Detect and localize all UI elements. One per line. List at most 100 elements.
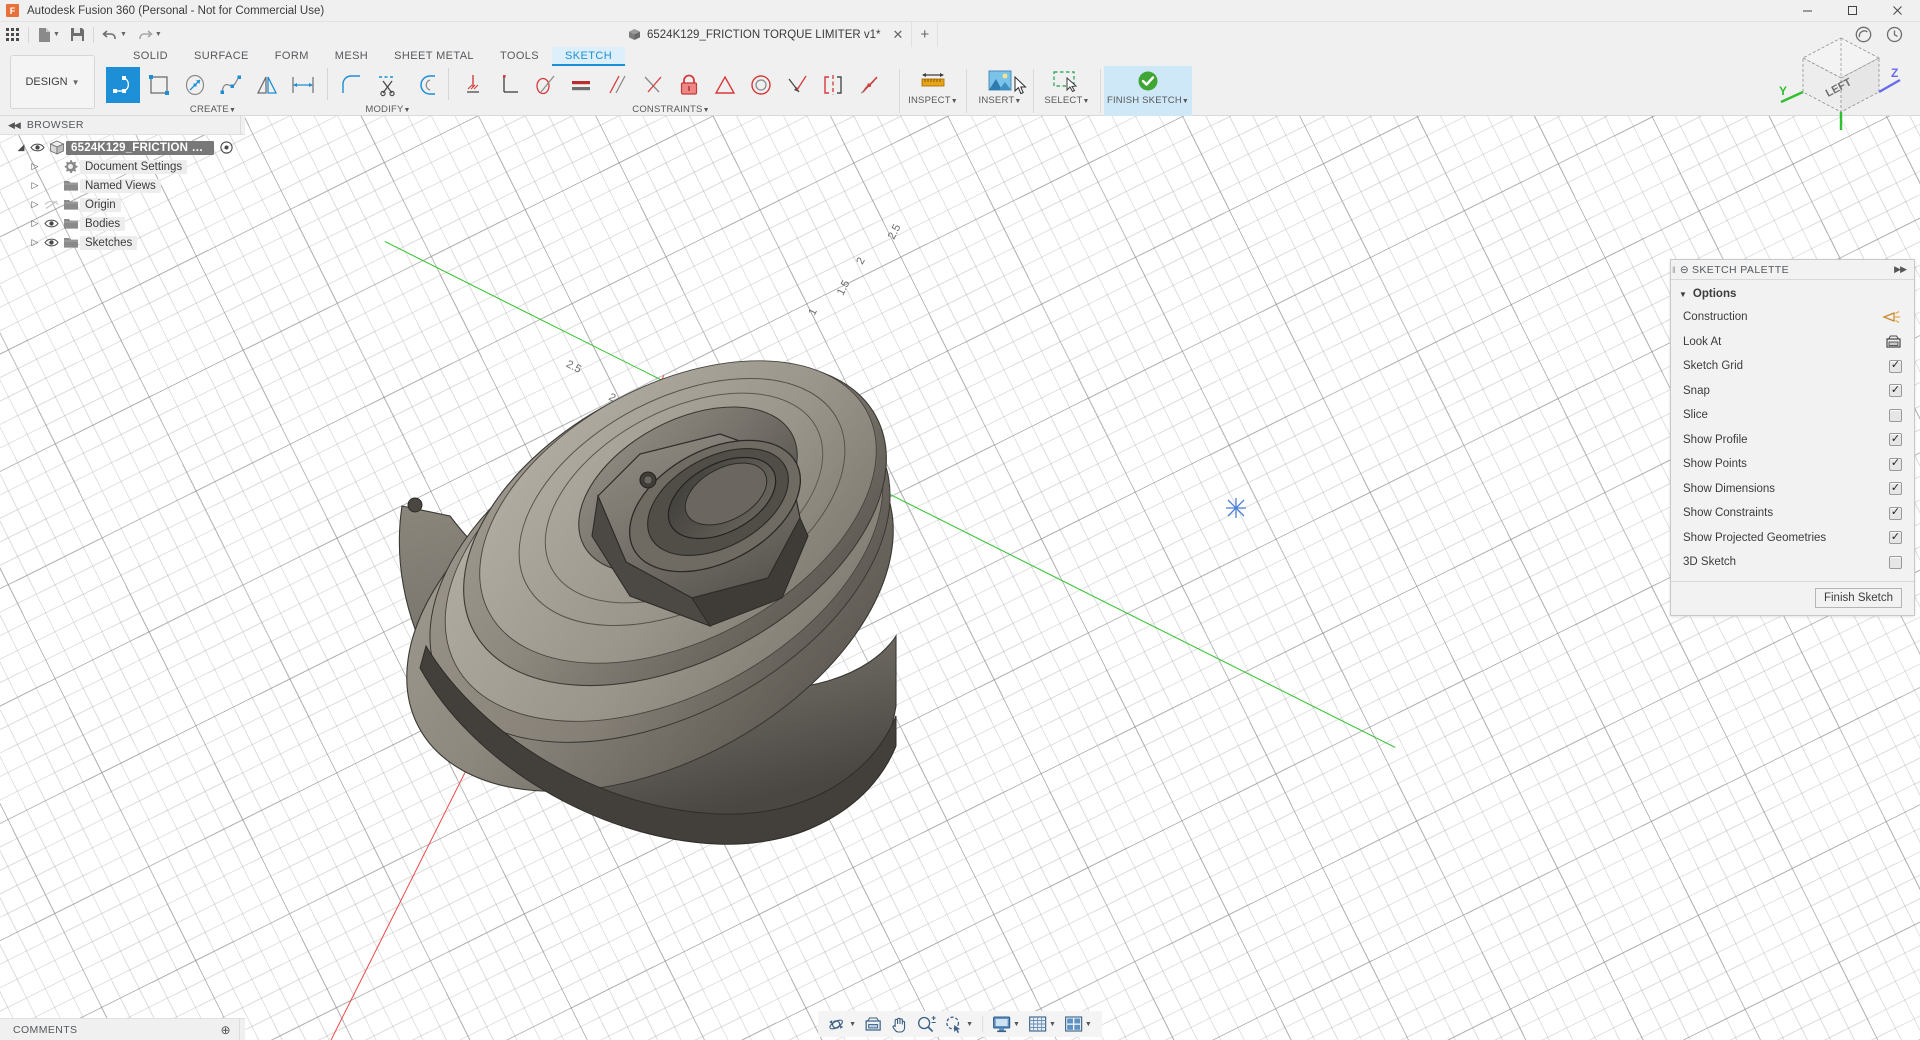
palette-expand-icon[interactable]: ▶▶ <box>1894 264 1914 275</box>
visibility-eye-icon[interactable] <box>42 218 61 229</box>
maximize-button[interactable] <box>1830 0 1875 22</box>
ribbon-tab-sketch[interactable]: SKETCH <box>552 47 626 66</box>
ribbon-tab-mesh[interactable]: MESH <box>322 47 381 66</box>
chevron-down-icon[interactable]: ▼ <box>120 31 127 38</box>
sketch-grid-checkbox[interactable]: ✓ <box>1889 359 1902 373</box>
undo-icon[interactable]: ▼ <box>97 22 132 47</box>
show-profile-checkbox[interactable]: ✓ <box>1889 433 1902 447</box>
component-activate-icon[interactable] <box>220 141 233 154</box>
grid-snaps-icon[interactable]: ▼ <box>1024 1011 1060 1037</box>
palette-row-show-profile[interactable]: Show Profile ✓ <box>1671 428 1914 453</box>
horizontal-vertical-constraint-icon[interactable] <box>456 67 490 103</box>
finish-sketch-button[interactable]: FINISH SKETCH▼ <box>1104 66 1192 116</box>
sketch-palette-header[interactable]: ‖ ⊖ SKETCH PALETTE ▶▶ <box>1671 260 1914 280</box>
browser-root-node[interactable]: ◢ 6524K129_FRICTION TORQUE L... <box>0 138 245 157</box>
browser-item-origin[interactable]: ▷ Origin <box>0 195 245 214</box>
show-constraints-checkbox[interactable]: ✓ <box>1889 506 1902 520</box>
palette-options-section-header[interactable]: ▼ Options <box>1671 283 1914 305</box>
chevron-down-icon[interactable]: ▼ <box>1085 1021 1092 1028</box>
collinear-constraint-icon[interactable] <box>780 67 814 103</box>
chevron-down-icon[interactable]: ▼ <box>1049 1021 1056 1028</box>
visibility-eye-off-icon[interactable] <box>42 199 61 210</box>
zoom-window-icon[interactable]: ▼ <box>940 1011 977 1037</box>
add-comment-icon[interactable]: ⊕ <box>221 1023 239 1037</box>
close-document-icon[interactable]: ✕ <box>893 27 904 43</box>
workspace-selector[interactable]: DESIGN ▼ <box>10 55 95 109</box>
tangent-constraint-icon[interactable] <box>528 67 562 103</box>
chevron-down-icon[interactable]: ▼ <box>966 1021 973 1028</box>
parallel-constraint-icon[interactable] <box>600 67 634 103</box>
coincident-constraint-icon[interactable] <box>636 67 670 103</box>
palette-row-show-points[interactable]: Show Points ✓ <box>1671 452 1914 477</box>
palette-row-show-constraints[interactable]: Show Constraints ✓ <box>1671 501 1914 526</box>
browser-item-sketches[interactable]: ▷ Sketches <box>0 233 245 252</box>
ribbon-tab-form[interactable]: FORM <box>262 47 322 66</box>
dimension-icon[interactable] <box>286 67 320 103</box>
circle-icon[interactable] <box>178 67 212 103</box>
grid-menu-icon[interactable] <box>0 22 25 47</box>
minimize-button[interactable] <box>1785 0 1830 22</box>
viewports-icon[interactable]: ▼ <box>1060 1011 1096 1037</box>
browser-resize-grip[interactable] <box>240 116 245 135</box>
add-document-tab-button[interactable]: + <box>912 22 939 47</box>
ribbon-tab-surface[interactable]: SURFACE <box>181 47 262 66</box>
comments-panel[interactable]: COMMENTS ⊕ <box>0 1018 245 1040</box>
expand-arrow-icon[interactable]: ▷ <box>28 161 42 172</box>
document-tab[interactable]: 6524K129_FRICTION TORQUE LIMITER v1* ✕ <box>620 22 913 47</box>
redo-icon[interactable]: ▼ <box>132 22 167 47</box>
offset-icon[interactable] <box>407 67 441 103</box>
collapse-browser-icon[interactable]: ◀◀ <box>0 120 27 131</box>
select-button[interactable]: SELECT▼ <box>1037 66 1097 116</box>
ribbon-tab-sheet-metal[interactable]: SHEET METAL <box>381 47 487 66</box>
zoom-icon[interactable] <box>912 1011 940 1037</box>
rectangle-icon[interactable] <box>142 67 176 103</box>
equal-constraint-icon[interactable] <box>564 67 598 103</box>
expand-arrow-icon[interactable]: ▷ <box>28 218 42 229</box>
browser-item-bodies[interactable]: ▷ Bodies <box>0 214 245 233</box>
spline-icon[interactable] <box>214 67 248 103</box>
3d-sketch-checkbox[interactable] <box>1889 555 1902 569</box>
snap-checkbox[interactable]: ✓ <box>1889 384 1902 398</box>
palette-row-show-projected-geometries[interactable]: Show Projected Geometries ✓ <box>1671 526 1914 551</box>
expand-arrow-icon[interactable]: ▷ <box>28 237 42 248</box>
palette-row-3d-sketch[interactable]: 3D Sketch <box>1671 550 1914 575</box>
concentric-constraint-icon[interactable] <box>744 67 778 103</box>
comments-resize-grip[interactable] <box>239 1018 245 1040</box>
show-projected-geometries-checkbox[interactable]: ✓ <box>1889 531 1902 545</box>
expand-arrow-icon[interactable]: ▷ <box>28 180 42 191</box>
view-cube[interactable]: LEFT Y Z <box>1779 20 1904 130</box>
palette-row-look-at[interactable]: Look At <box>1671 330 1914 355</box>
fillet-icon[interactable] <box>335 67 369 103</box>
ribbon-tab-tools[interactable]: TOOLS <box>487 47 552 66</box>
slice-checkbox[interactable] <box>1889 408 1902 422</box>
curvature-constraint-icon[interactable] <box>852 67 886 103</box>
palette-finish-sketch-button[interactable]: Finish Sketch <box>1814 588 1902 608</box>
visibility-eye-icon[interactable] <box>42 237 61 248</box>
show-dimensions-checkbox[interactable]: ✓ <box>1889 482 1902 496</box>
ribbon-tab-solid[interactable]: SOLID <box>120 47 181 66</box>
palette-row-construction[interactable]: Construction <box>1671 305 1914 330</box>
close-button[interactable] <box>1875 0 1920 22</box>
midpoint-constraint-icon[interactable] <box>708 67 742 103</box>
display-settings-icon[interactable]: ▼ <box>988 1011 1024 1037</box>
new-file-icon[interactable]: ▼ <box>32 22 65 47</box>
expand-arrow-icon[interactable]: ◢ <box>14 142 28 153</box>
fix-unfix-lock-icon[interactable] <box>672 67 706 103</box>
perpendicular-constraint-icon[interactable] <box>492 67 526 103</box>
look-at-icon[interactable] <box>860 1011 886 1037</box>
sketch-line-icon[interactable] <box>106 67 140 103</box>
chevron-down-icon[interactable]: ▼ <box>53 31 60 38</box>
chevron-down-icon[interactable]: ▼ <box>155 31 162 38</box>
chevron-down-icon[interactable]: ▼ <box>849 1021 856 1028</box>
save-icon[interactable] <box>65 22 90 47</box>
browser-item-document-settings[interactable]: ▷ Document Settings <box>0 157 245 176</box>
palette-row-sketch-grid[interactable]: Sketch Grid ✓ <box>1671 354 1914 379</box>
pan-hand-icon[interactable] <box>886 1011 912 1037</box>
palette-row-slice[interactable]: Slice <box>1671 403 1914 428</box>
viewport-canvas[interactable]: 2.5 2 1.5 2.5 2 1.5 1 <box>0 116 1920 1040</box>
show-points-checkbox[interactable]: ✓ <box>1889 457 1902 471</box>
sketch-origin-point[interactable] <box>1225 497 1247 519</box>
palette-pin-icon[interactable]: ⊖ <box>1677 264 1692 276</box>
mirror-icon[interactable] <box>250 67 284 103</box>
friction-torque-limiter-model[interactable] <box>330 206 1330 1006</box>
